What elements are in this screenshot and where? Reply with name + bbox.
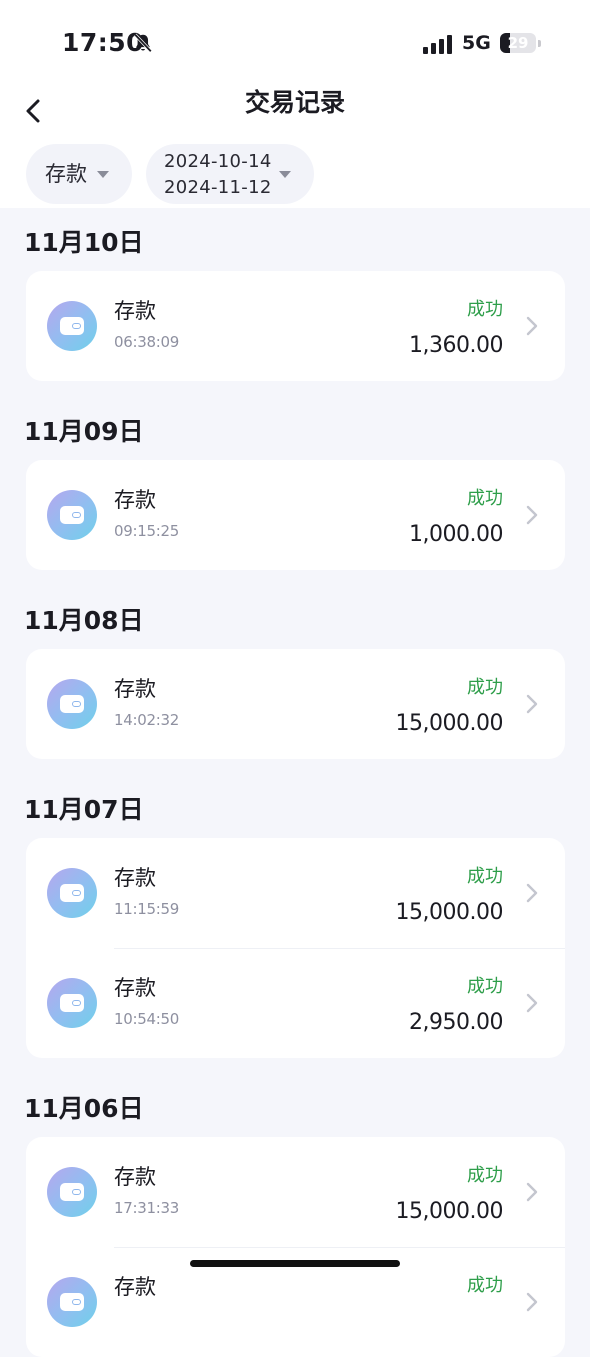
group-date-heading: 11月09日: [24, 417, 144, 446]
chevron-right-icon: [526, 1182, 538, 1202]
wallet-clasp: [72, 701, 81, 707]
battery-cap: [538, 40, 541, 47]
transaction-amount: 15,000.00: [395, 1199, 504, 1224]
chevron-right-icon: [526, 505, 538, 525]
wallet-shape: [60, 994, 84, 1012]
wallet-icon: [47, 978, 97, 1028]
transaction-type: 存款: [114, 299, 156, 323]
transaction-time: 10:54:50: [114, 1010, 179, 1028]
wallet-clasp: [72, 1299, 81, 1305]
wallet-shape: [60, 1293, 84, 1311]
transaction-card: 存款 14:02:32 成功 15,000.00: [26, 649, 565, 759]
wallet-shape: [60, 317, 84, 335]
transaction-row[interactable]: 存款 17:31:33 成功 15,000.00: [26, 1137, 565, 1247]
transaction-status: 成功: [467, 866, 503, 887]
wallet-icon: [47, 1277, 97, 1327]
chevron-right-icon: [526, 316, 538, 336]
wallet-clasp: [72, 512, 81, 518]
transaction-row[interactable]: 存款 14:02:32 成功 15,000.00: [26, 649, 565, 759]
wallet-clasp: [72, 1189, 81, 1195]
transaction-status: 成功: [467, 976, 503, 997]
date-range-filter[interactable]: 2024-10-14 2024-11-12: [146, 144, 314, 204]
status-bar: 17:50 5G 29: [0, 0, 590, 88]
group-date-heading: 11月08日: [24, 606, 144, 635]
transaction-card: 存款 11:15:59 成功 15,000.00 存款 10:54:50 成功 2,950.0…: [26, 838, 565, 1058]
transaction-card: 存款 09:15:25 成功 1,000.00: [26, 460, 565, 570]
transaction-time: 17:31:33: [114, 1199, 179, 1217]
wallet-icon: [47, 868, 97, 918]
transaction-row[interactable]: 存款 10:54:50 成功 2,950.00: [26, 948, 565, 1058]
wallet-clasp: [72, 1000, 81, 1006]
battery-percent: 29: [507, 34, 529, 52]
transaction-amount: 1,360.00: [409, 333, 503, 358]
wallet-shape: [60, 695, 84, 713]
transaction-row[interactable]: 存款 06:38:09 成功 1,360.00: [26, 271, 565, 381]
transaction-type: 存款: [114, 1165, 156, 1189]
wallet-icon: [47, 679, 97, 729]
transaction-card: 存款 17:31:33 成功 15,000.00 存款 成功: [26, 1137, 565, 1357]
caret-down-icon: [97, 171, 109, 178]
type-filter-dropdown[interactable]: 存款: [26, 144, 132, 204]
chevron-right-icon: [526, 1292, 538, 1312]
wallet-icon: [47, 490, 97, 540]
group-date-heading: 11月06日: [24, 1094, 144, 1123]
transaction-status: 成功: [467, 677, 503, 698]
transaction-status: 成功: [467, 299, 503, 320]
network-type: 5G: [462, 32, 491, 54]
wallet-shape: [60, 506, 84, 524]
transaction-row[interactable]: 存款 09:15:25 成功 1,000.00: [26, 460, 565, 570]
row-divider: [114, 1247, 565, 1248]
chevron-right-icon: [526, 883, 538, 903]
transaction-status: 成功: [467, 488, 503, 509]
wallet-icon: [47, 301, 97, 351]
signal-icon: [423, 35, 452, 54]
transaction-type: 存款: [114, 1275, 156, 1299]
bell-slash-icon: [134, 33, 152, 53]
date-range-start: 2024-10-14: [164, 151, 272, 172]
transaction-amount: 15,000.00: [395, 900, 504, 925]
wallet-icon: [47, 1167, 97, 1217]
wallet-shape: [60, 884, 84, 902]
caret-down-icon: [279, 171, 291, 178]
chevron-right-icon: [526, 993, 538, 1013]
date-range-end: 2024-11-12: [164, 177, 272, 198]
group-date-heading: 11月07日: [24, 795, 144, 824]
transaction-amount: 1,000.00: [409, 522, 503, 547]
transaction-row[interactable]: 存款 11:15:59 成功 15,000.00: [26, 838, 565, 948]
home-indicator: [190, 1260, 400, 1267]
transaction-amount: 2,950.00: [409, 1010, 503, 1035]
transaction-type: 存款: [114, 976, 156, 1000]
battery-icon: 29: [500, 33, 536, 53]
transaction-type: 存款: [114, 866, 156, 890]
transaction-time: 14:02:32: [114, 711, 179, 729]
transaction-card: 存款 06:38:09 成功 1,360.00: [26, 271, 565, 381]
transaction-time: 09:15:25: [114, 522, 179, 540]
transaction-status: 成功: [467, 1275, 503, 1296]
chevron-right-icon: [526, 694, 538, 714]
transaction-type: 存款: [114, 677, 156, 701]
transaction-type: 存款: [114, 488, 156, 512]
filter-bar: 存款 2024-10-14 2024-11-12: [0, 144, 590, 208]
wallet-clasp: [72, 323, 81, 329]
wallet-clasp: [72, 890, 81, 896]
transaction-amount: 15,000.00: [395, 711, 504, 736]
nav-bar: 交易记录: [0, 88, 590, 144]
transaction-time: 11:15:59: [114, 900, 179, 918]
page-title: 交易记录: [244, 88, 345, 117]
transaction-status: 成功: [467, 1165, 503, 1186]
row-divider: [114, 948, 565, 949]
transaction-time: 06:38:09: [114, 333, 179, 351]
type-filter-label: 存款: [45, 162, 87, 186]
wallet-shape: [60, 1183, 84, 1201]
group-date-heading: 11月10日: [24, 228, 144, 257]
